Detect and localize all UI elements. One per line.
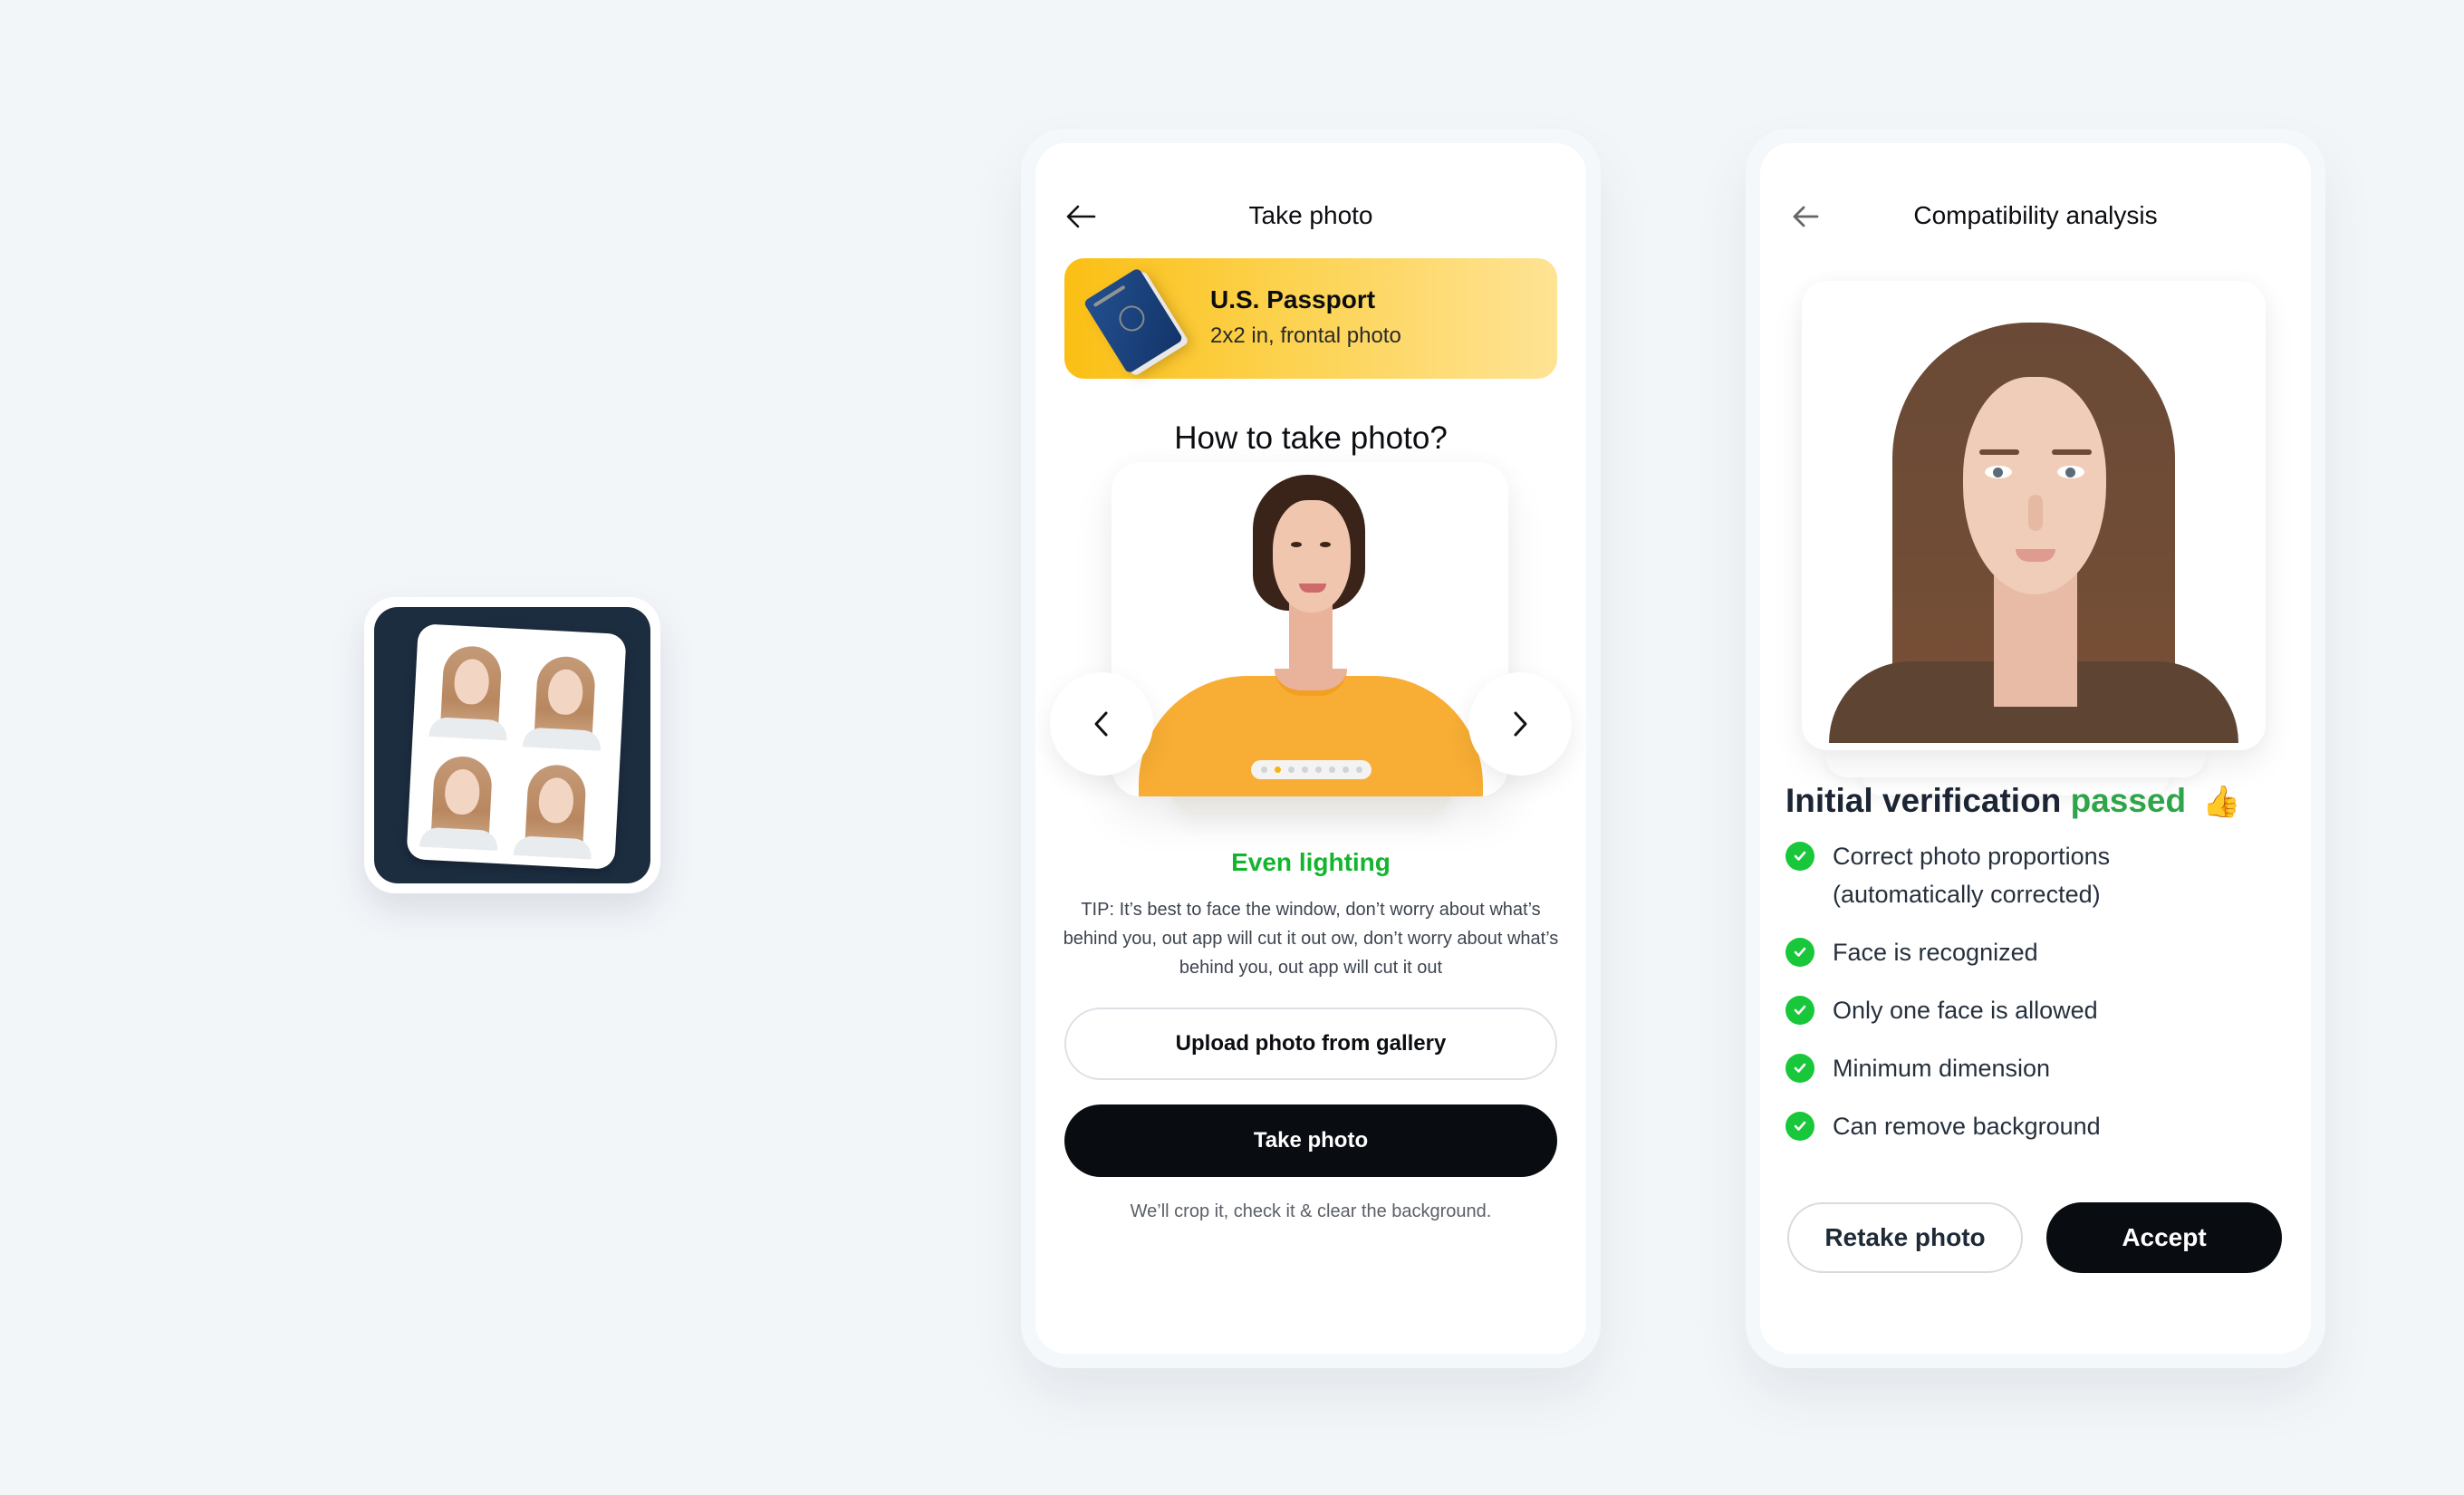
pagination-dot[interactable] [1355, 767, 1362, 773]
pagination-dot[interactable] [1328, 767, 1335, 773]
check-label: Can remove background [1833, 1113, 2101, 1140]
verification-heading: Initial verification passed 👍 [1785, 782, 2241, 820]
take-photo-screen: Take photo U.S. Passport 2x2 in, frontal… [1035, 143, 1586, 1354]
check-label: Correct photo proportions (automatically… [1833, 843, 2111, 908]
example-model-photo [1112, 462, 1508, 796]
top-bar: Take photo [1035, 196, 1586, 237]
check-item: Face is recognized [1785, 933, 2284, 971]
thumbs-up-icon: 👍 [2202, 785, 2241, 819]
check-item: Correct photo proportions (automatically… [1785, 837, 2166, 913]
top-bar: Compatibility analysis [1760, 196, 2311, 237]
check-item: Only one face is allowed [1785, 991, 2284, 1029]
section-title: How to take photo? [1174, 420, 1448, 456]
check-label: Only one face is allowed [1833, 997, 2098, 1024]
result-photo-card [1802, 281, 2266, 750]
compatibility-screen: Compatibility analysis Initial verificat… [1760, 143, 2311, 1354]
chevron-right-icon [1514, 711, 1527, 737]
carousel-pagination [1251, 760, 1372, 779]
app-icon[interactable] [364, 597, 660, 893]
check-circle-icon [1785, 842, 1814, 871]
document-spec: 2x2 in, frontal photo [1210, 323, 1401, 348]
pagination-dot[interactable] [1301, 767, 1308, 773]
carousel-next-button[interactable] [1468, 672, 1572, 776]
check-label: Face is recognized [1833, 939, 2038, 966]
document-name: U.S. Passport [1210, 285, 1376, 313]
take-photo-phone: Take photo U.S. Passport 2x2 in, frontal… [1021, 129, 1601, 1368]
carousel-slide[interactable] [1112, 462, 1508, 796]
check-item: Minimum dimension [1785, 1049, 2284, 1087]
verification-heading-prefix: Initial verification [1785, 782, 2062, 819]
tip-text: TIP: It’s best to face the window, don’t… [1063, 900, 1559, 978]
check-label: Minimum dimension [1833, 1055, 2051, 1082]
passport-photo-preview [1802, 281, 2266, 750]
verification-status: passed [2070, 782, 2187, 819]
app-icon-background [374, 607, 650, 883]
pagination-dot[interactable] [1342, 767, 1349, 773]
photo-stack-layer [1825, 750, 2206, 777]
carousel-prev-button[interactable] [1050, 672, 1153, 776]
pagination-dot[interactable] [1287, 767, 1295, 773]
pagination-dot-active[interactable] [1274, 767, 1281, 773]
take-photo-button[interactable]: Take photo [1064, 1104, 1557, 1177]
mini-portrait [522, 650, 606, 751]
mini-portrait [419, 749, 503, 852]
upload-from-gallery-button[interactable]: Upload photo from gallery [1064, 1008, 1557, 1080]
check-circle-icon [1785, 938, 1814, 967]
check-circle-icon [1785, 1054, 1814, 1083]
screen-title: Compatibility analysis [1913, 201, 2158, 229]
verification-checklist: Correct photo proportions (automatically… [1785, 837, 2284, 1165]
passport-icon [1083, 267, 1184, 374]
pagination-dot[interactable] [1260, 767, 1267, 773]
mini-portrait [513, 757, 597, 860]
mini-portrait [428, 639, 512, 741]
tip-title: Even lighting [1231, 848, 1391, 876]
screen-title: Take photo [1248, 201, 1373, 229]
check-circle-icon [1785, 996, 1814, 1025]
footnote: We’ll crop it, check it & clear the back… [1130, 1201, 1492, 1221]
pagination-dot[interactable] [1314, 767, 1322, 773]
compatibility-phone: Compatibility analysis Initial verificat… [1746, 129, 2325, 1368]
accept-button[interactable]: Accept [2046, 1202, 2282, 1273]
retake-photo-button[interactable]: Retake photo [1787, 1202, 2023, 1273]
photo-sheet-icon [406, 623, 627, 870]
document-type-banner[interactable]: U.S. Passport 2x2 in, frontal photo [1064, 258, 1557, 379]
chevron-left-icon [1094, 711, 1108, 737]
check-circle-icon [1785, 1112, 1814, 1141]
check-item: Can remove background [1785, 1107, 2284, 1145]
